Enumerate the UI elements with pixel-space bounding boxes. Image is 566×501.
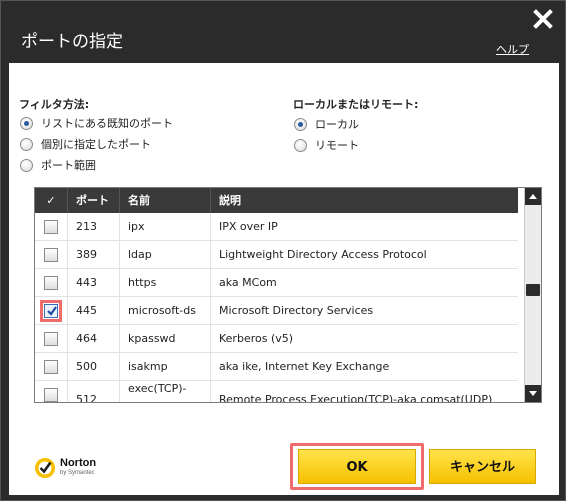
description-cell: Remote Process Execution(TCP)-aka comsat… bbox=[219, 393, 493, 403]
norton-logo: Norton by Symantec bbox=[33, 451, 113, 485]
checkbox-highlight bbox=[40, 300, 62, 322]
column-header-description[interactable]: 説明 bbox=[211, 188, 518, 213]
description-cell: Microsoft Directory Services bbox=[219, 304, 374, 317]
arrow-up-icon bbox=[529, 194, 537, 199]
port-dialog: ポートの指定 ヘルプ フィルタ方法: リストにある既知のポート 個別に指定したポ… bbox=[0, 0, 566, 501]
port-cell: 512 bbox=[68, 381, 120, 402]
row-check-cell bbox=[35, 213, 68, 241]
table-row[interactable]: 443 https aka MCom bbox=[35, 269, 518, 297]
brand-name: Norton bbox=[60, 457, 97, 469]
scope-option-label: リモート bbox=[315, 139, 359, 152]
dialog-content: フィルタ方法: リストにある既知のポート 個別に指定したポート ポート範囲 ロー… bbox=[9, 63, 559, 495]
table-row[interactable]: 512 exec(TCP)- Remote Process Execution(… bbox=[35, 381, 518, 403]
help-link[interactable]: ヘルプ bbox=[496, 41, 529, 57]
scroll-up-button[interactable] bbox=[525, 188, 541, 205]
name-cell: exec(TCP)- bbox=[120, 381, 211, 402]
row-check-cell bbox=[35, 269, 68, 297]
description-cell: Kerberos (v5) bbox=[219, 332, 294, 345]
filter-option-known-ports[interactable]: リストにある既知のポート bbox=[20, 114, 173, 132]
description-cell: Lightweight Directory Access Protocol bbox=[219, 248, 427, 261]
name-cell: ldap bbox=[120, 241, 211, 269]
filter-method-title: フィルタ方法: bbox=[19, 98, 90, 111]
filter-option-label: 個別に指定したポート bbox=[41, 138, 151, 151]
title-bar: ポートの指定 ヘルプ bbox=[1, 1, 566, 63]
norton-check-icon bbox=[35, 458, 55, 478]
scope-option-label: ローカル bbox=[315, 118, 359, 131]
filter-option-individual-ports[interactable]: 個別に指定したポート bbox=[20, 135, 151, 153]
arrow-down-icon bbox=[529, 391, 537, 396]
column-header-port[interactable]: ポート bbox=[68, 188, 120, 213]
name-cell: isakmp bbox=[120, 353, 211, 381]
cancel-button[interactable]: キャンセル bbox=[429, 449, 536, 484]
row-checkbox[interactable] bbox=[44, 332, 58, 346]
row-checkbox[interactable] bbox=[44, 220, 58, 234]
radio-icon[interactable] bbox=[294, 138, 307, 152]
table-header: ✓ ポート 名前 説明 bbox=[35, 188, 518, 213]
ports-table: ✓ ポート 名前 説明 213 ipx IPX over IP 389 ldap… bbox=[34, 187, 542, 403]
port-cell: 445 bbox=[68, 297, 120, 325]
radio-icon[interactable] bbox=[20, 116, 33, 130]
checkmark-icon bbox=[47, 306, 57, 316]
name-cell: ipx bbox=[120, 213, 211, 241]
name-cell: https bbox=[120, 269, 211, 297]
row-checkbox[interactable] bbox=[44, 304, 58, 318]
port-cell: 389 bbox=[68, 241, 120, 269]
scope-option-remote[interactable]: リモート bbox=[294, 136, 359, 154]
name-cell: kpasswd bbox=[120, 325, 211, 353]
row-check-cell bbox=[35, 353, 68, 381]
column-header-check[interactable]: ✓ bbox=[35, 188, 68, 213]
table-row[interactable]: 213 ipx IPX over IP bbox=[35, 213, 518, 241]
table-row[interactable]: 389 ldap Lightweight Directory Access Pr… bbox=[35, 241, 518, 269]
table-body: 213 ipx IPX over IP 389 ldap Lightweight… bbox=[35, 213, 518, 403]
scope-option-local[interactable]: ローカル bbox=[294, 115, 359, 133]
row-check-cell bbox=[35, 297, 68, 325]
filter-option-label: リストにある既知のポート bbox=[41, 117, 173, 130]
port-cell: 500 bbox=[68, 353, 120, 381]
table-row[interactable]: 445 microsoft-ds Microsoft Directory Ser… bbox=[35, 297, 518, 325]
row-check-cell bbox=[35, 325, 68, 353]
description-cell: aka MCom bbox=[219, 276, 277, 289]
radio-icon[interactable] bbox=[294, 117, 307, 131]
column-header-name[interactable]: 名前 bbox=[120, 188, 211, 213]
port-cell: 443 bbox=[68, 269, 120, 297]
row-checkbox[interactable] bbox=[44, 388, 58, 402]
row-checkbox[interactable] bbox=[44, 360, 58, 374]
port-cell: 213 bbox=[68, 213, 120, 241]
radio-icon[interactable] bbox=[20, 158, 33, 172]
radio-icon[interactable] bbox=[20, 137, 33, 151]
row-check-cell bbox=[35, 241, 68, 269]
dialog-title: ポートの指定 bbox=[21, 32, 123, 52]
row-check-cell bbox=[35, 381, 68, 402]
description-cell: aka ike, Internet Key Exchange bbox=[219, 360, 390, 373]
table-scrollbar[interactable] bbox=[524, 188, 541, 402]
scope-title: ローカルまたはリモート: bbox=[293, 98, 419, 111]
ok-button[interactable]: OK bbox=[298, 449, 416, 484]
row-checkbox[interactable] bbox=[44, 276, 58, 290]
name-cell: microsoft-ds bbox=[120, 297, 211, 325]
table-row[interactable]: 464 kpasswd Kerberos (v5) bbox=[35, 325, 518, 353]
logo-text: Norton by Symantec bbox=[60, 458, 96, 478]
scroll-thumb[interactable] bbox=[526, 284, 540, 296]
port-cell: 464 bbox=[68, 325, 120, 353]
scroll-down-button[interactable] bbox=[525, 385, 541, 402]
row-checkbox[interactable] bbox=[44, 248, 58, 262]
close-icon[interactable] bbox=[533, 9, 553, 29]
description-cell: IPX over IP bbox=[219, 220, 278, 233]
filter-option-label: ポート範囲 bbox=[41, 159, 96, 172]
table-row[interactable]: 500 isakmp aka ike, Internet Key Exchang… bbox=[35, 353, 518, 381]
filter-option-port-range[interactable]: ポート範囲 bbox=[20, 156, 96, 174]
brand-sub: by Symantec bbox=[60, 470, 95, 476]
